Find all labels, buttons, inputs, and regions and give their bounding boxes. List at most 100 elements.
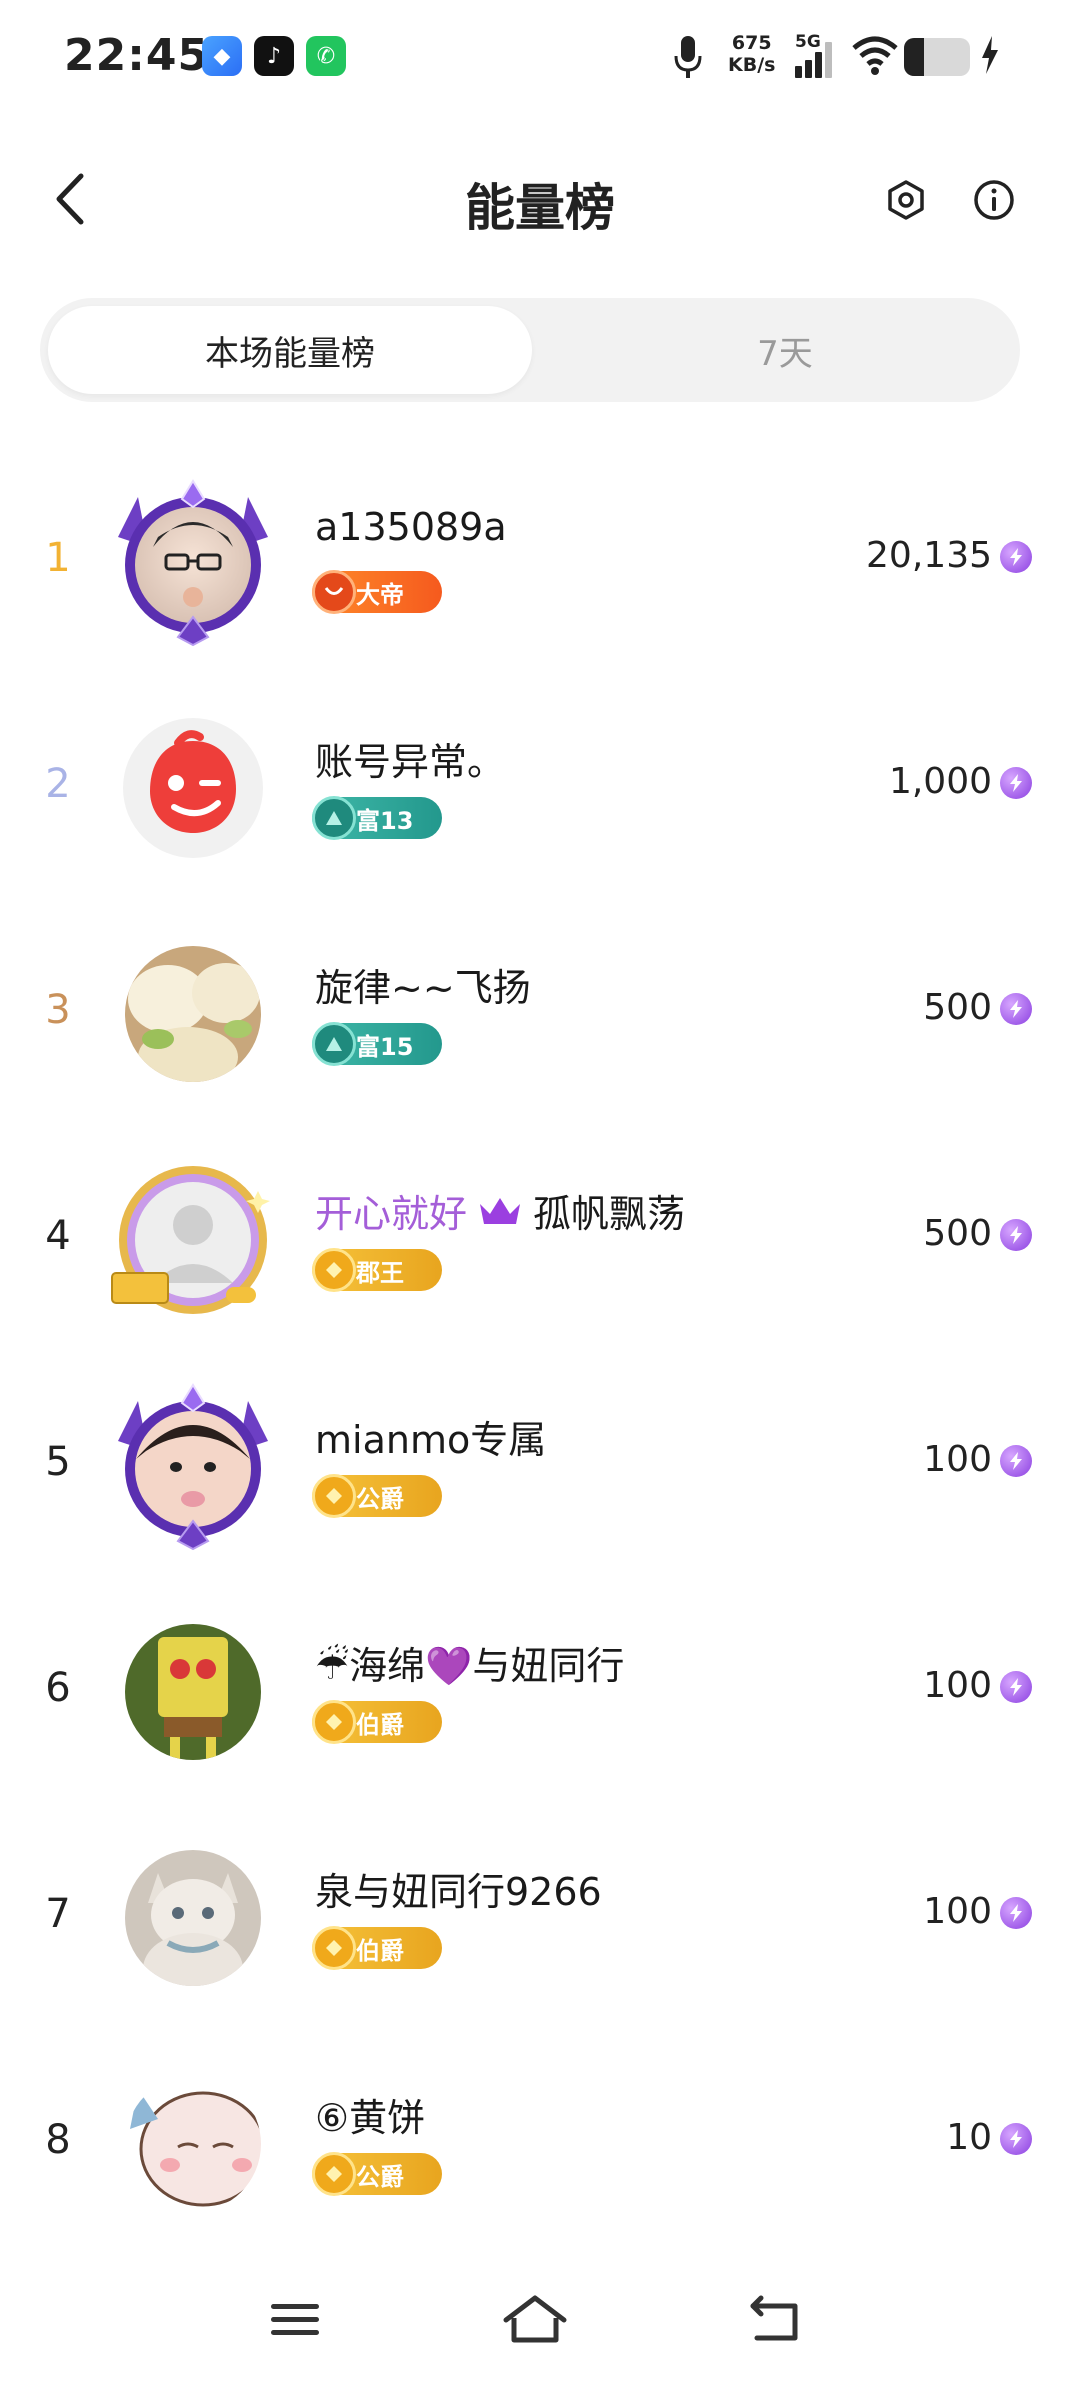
system-back-button[interactable] <box>730 2280 820 2360</box>
user-name: mianmo专属 <box>315 1418 547 1462</box>
tab-current-session[interactable]: 本场能量榜 <box>48 306 532 394</box>
user-name: 孤帆飘荡 <box>533 1192 686 1236</box>
avatar[interactable] <box>108 1833 278 2003</box>
level-badge: 富15 <box>312 1022 442 1066</box>
sponge-avatar <box>125 1624 261 1760</box>
avatar-crown-frame <box>118 479 268 647</box>
battery-icon <box>904 38 970 76</box>
default-avatar-gold-frame <box>111 1166 270 1314</box>
list-item[interactable]: 1 a135089a 大帝 20,135 <box>0 455 1080 681</box>
wifi-icon <box>852 36 898 75</box>
battery-level <box>904 38 924 76</box>
avatar[interactable] <box>108 1381 278 1551</box>
avatar[interactable] <box>108 477 278 647</box>
settings-button[interactable] <box>878 172 934 228</box>
tab-bar: 本场能量榜 7天 <box>40 298 1020 402</box>
level-badge: 伯爵 <box>312 1926 442 1970</box>
rank-number: 7 <box>45 1891 71 1937</box>
rank-number: 4 <box>45 1213 71 1259</box>
badge-label: 公爵 <box>356 1484 404 1513</box>
badge-emblem-icon <box>312 1700 356 1744</box>
avatar[interactable] <box>108 1155 278 1325</box>
avatar[interactable] <box>108 929 278 1099</box>
network-speed-value: 675 <box>731 32 772 54</box>
level-badge: 公爵 <box>312 1474 442 1518</box>
badge-label: 伯爵 <box>356 1936 404 1965</box>
list-item[interactable]: 4 开心就好 孤帆飘荡 郡王 500 <box>0 1133 1080 1359</box>
list-item[interactable]: 8 ⑥黄饼 公爵 10 <box>0 2037 1080 2263</box>
list-item[interactable]: 7 泉与妞同行9266 伯爵 100 <box>0 1811 1080 2037</box>
return-icon <box>750 2295 798 2341</box>
badge-emblem-icon <box>312 796 356 840</box>
badge-label: 富13 <box>356 806 414 835</box>
badge-emblem-icon <box>312 2152 356 2196</box>
charging-icon <box>982 36 998 74</box>
rank-number: 5 <box>45 1439 71 1485</box>
network-type: 5G <box>795 32 821 52</box>
home-icon <box>503 2295 567 2343</box>
level-badge: 大帝 <box>312 570 442 614</box>
user-name-prefix: 开心就好 <box>315 1192 468 1236</box>
energy-lightning-icon <box>1000 1445 1032 1477</box>
user-name: ☔海绵💜与妞同行 <box>315 1644 625 1688</box>
user-name-line: 开心就好 孤帆飘荡 <box>315 1183 685 1238</box>
level-badge: 郡王 <box>312 1248 442 1292</box>
user-name: ⑥黄饼 <box>315 2096 426 2140</box>
badge-label: 郡王 <box>356 1258 404 1287</box>
energy-score: 100 <box>923 1439 992 1480</box>
energy-lightning-icon <box>1000 1897 1032 1929</box>
rank-number: 8 <box>45 2117 71 2163</box>
ice-cream-avatar <box>125 946 261 1082</box>
badge-label: 富15 <box>356 1032 414 1061</box>
energy-lightning-icon <box>1000 1671 1032 1703</box>
rank-number: 1 <box>45 535 71 581</box>
badge-label: 公爵 <box>356 2162 404 2191</box>
energy-lightning-icon <box>1000 767 1032 799</box>
microphone-icon <box>674 36 702 78</box>
avatar[interactable] <box>108 2059 278 2229</box>
energy-score: 100 <box>923 1665 992 1706</box>
user-name: 账号异常。 <box>315 740 506 784</box>
home-button[interactable] <box>490 2280 580 2360</box>
info-icon <box>974 180 1014 220</box>
user-name: a135089a <box>315 505 507 549</box>
list-item[interactable]: 6 ☔海绵💜与妞同行 伯爵 100 <box>0 1585 1080 1811</box>
rank-number: 3 <box>45 987 71 1033</box>
network-speed: 675 KB/s <box>728 32 775 76</box>
rank-number: 2 <box>45 761 71 807</box>
list-item[interactable]: 2 账号异常。 富13 1,000 <box>0 681 1080 907</box>
cell-signal-icon: 5G <box>795 32 841 78</box>
energy-lightning-icon <box>1000 541 1032 573</box>
rank-number: 6 <box>45 1665 71 1711</box>
energy-lightning-icon <box>1000 2123 1032 2155</box>
level-badge: 公爵 <box>312 2152 442 2196</box>
avatar[interactable] <box>108 703 278 873</box>
badge-emblem-icon <box>312 1926 356 1970</box>
tab-7-days[interactable]: 7天 <box>540 306 1030 394</box>
user-name: 泉与妞同行9266 <box>315 1870 602 1914</box>
badge-label: 大帝 <box>356 580 404 609</box>
tiktok-icon: ♪ <box>254 36 294 76</box>
network-speed-unit: KB/s <box>728 54 776 76</box>
energy-score: 100 <box>923 1891 992 1932</box>
energy-lightning-icon <box>1000 993 1032 1025</box>
system-nav-bar <box>0 2250 1080 2400</box>
app-notification-icon: ◆ <box>202 36 242 76</box>
avatar-crown-frame <box>118 1383 268 1551</box>
list-item[interactable]: 3 旋律~~飞扬 富15 500 <box>0 907 1080 1133</box>
badge-emblem-icon <box>312 1474 356 1518</box>
energy-score: 500 <box>923 1213 992 1254</box>
energy-lightning-icon <box>1000 1219 1032 1251</box>
badge-emblem-icon <box>312 1022 356 1066</box>
phone-app-icon: ✆ <box>306 36 346 76</box>
avatar[interactable] <box>108 1607 278 1777</box>
cartoon-face-avatar <box>125 2076 261 2212</box>
energy-score: 1,000 <box>888 761 992 802</box>
list-item[interactable]: 5 mianmo专属 公爵 100 <box>0 1359 1080 1585</box>
badge-emblem-icon <box>312 1248 356 1292</box>
level-badge: 伯爵 <box>312 1700 442 1744</box>
cat-avatar <box>125 1850 261 1986</box>
info-button[interactable] <box>966 172 1022 228</box>
energy-score: 10 <box>946 2117 992 2158</box>
recent-apps-button[interactable] <box>250 2280 340 2360</box>
